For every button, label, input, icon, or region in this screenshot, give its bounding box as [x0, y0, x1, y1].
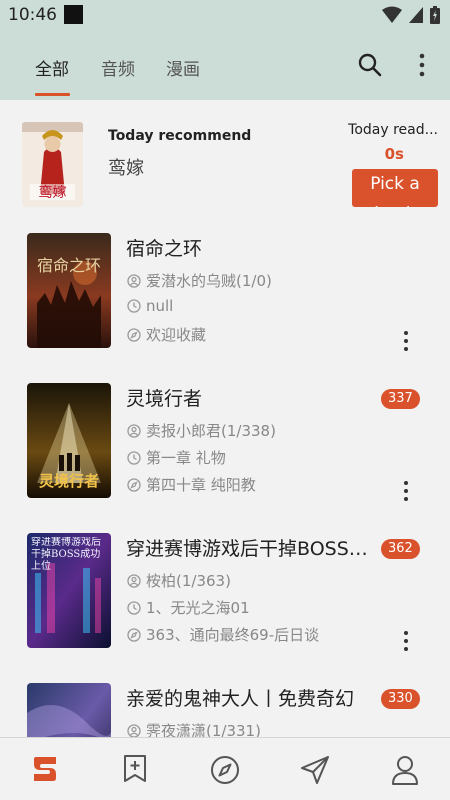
book-more-button[interactable]	[396, 479, 416, 503]
book-last-read: 第一章 礼物	[146, 449, 226, 467]
book-latest-row: 欢迎收藏	[127, 324, 206, 345]
book-author: 爱潜水的乌贼(1/0)	[146, 272, 272, 290]
book-last-read-row: 1、无光之海01	[127, 597, 250, 618]
compass-small-icon	[127, 327, 141, 342]
tab-comics[interactable]: 漫画	[166, 55, 200, 80]
bookshelf-logo-icon[interactable]	[30, 754, 60, 784]
book-cover-title: 穿进赛博游戏后干掉BOSS成功上位	[31, 537, 101, 572]
book-title[interactable]: 宿命之环	[126, 234, 376, 261]
book-cover-title: 灵境行者	[39, 472, 99, 490]
signal-icon	[409, 7, 423, 23]
book-author: 卖报小郎君(1/338)	[146, 422, 276, 440]
book-more-button[interactable]	[396, 629, 416, 653]
author-icon	[127, 573, 141, 588]
book-latest-chapter: 第四十章 纯阳教	[146, 476, 256, 494]
book-cover[interactable]: 灵境行者	[27, 383, 111, 498]
author-icon	[127, 423, 141, 438]
notification-icon	[64, 5, 83, 24]
book-cover[interactable]: 宿命之环	[27, 233, 111, 348]
bottom-navigation	[0, 737, 450, 800]
book-last-read: null	[146, 297, 174, 315]
today-read-time: 0s	[384, 145, 404, 163]
book-title[interactable]: 灵境行者	[126, 384, 376, 411]
recommend-book-cover[interactable]: 鸾嫁	[22, 122, 83, 207]
pick-a-book-button[interactable]: Pick a book	[352, 169, 438, 207]
status-icons	[382, 6, 440, 24]
compass-small-icon	[127, 477, 141, 492]
book-latest-chapter: 欢迎收藏	[146, 326, 207, 344]
unread-count-badge: 330	[381, 689, 420, 709]
clock-icon	[127, 600, 141, 615]
book-latest-row: 363、通向最终69-后日谈	[127, 624, 319, 645]
book-more-button[interactable]	[396, 329, 416, 353]
recommend-book-title[interactable]: 鸾嫁	[108, 154, 144, 180]
clock-icon	[127, 450, 141, 465]
book-last-read: 1、无光之海01	[146, 599, 250, 617]
bookshelf-item[interactable]: 穿进赛博游戏后干掉BOSS成功上位 穿进赛博游戏后干掉BOSS成功上位 362 …	[0, 533, 450, 683]
overflow-menu-icon[interactable]	[414, 52, 430, 78]
compass-small-icon	[127, 627, 141, 642]
status-bar: 10:46	[0, 0, 450, 32]
tab-all[interactable]: 全部	[35, 55, 69, 80]
status-time: 10:46	[8, 5, 57, 25]
book-last-read-row: 第一章 礼物	[127, 447, 226, 468]
book-author: 桉柏(1/363)	[146, 572, 231, 590]
book-latest-row: 第四十章 纯阳教	[127, 474, 256, 495]
author-icon	[127, 723, 141, 738]
unread-count-badge: 362	[381, 539, 420, 559]
book-title[interactable]: 穿进赛博游戏后干掉BOSS成功上位	[126, 534, 376, 561]
today-recommend-heading: Today recommend	[108, 128, 252, 144]
recommend-cover-title: 鸾嫁	[39, 184, 67, 201]
book-title[interactable]: 亲爱的鬼神大人丨免费奇幻	[126, 684, 376, 711]
book-cover-title: 宿命之环	[37, 256, 101, 275]
book-author-row: 桉柏(1/363)	[127, 570, 231, 591]
send-icon[interactable]	[299, 754, 331, 786]
book-latest-chapter: 363、通向最终69-后日谈	[146, 626, 320, 644]
bookshelf-item[interactable]: 宿命之环 宿命之环 爱潜水的乌贼(1/0) null 欢迎收藏	[0, 233, 450, 383]
compass-icon[interactable]	[209, 754, 241, 786]
battery-icon	[430, 6, 440, 24]
top-app-bar: 全部 音频 漫画	[0, 32, 450, 100]
book-author-row: 爱潜水的乌贼(1/0)	[127, 270, 272, 291]
unread-count-badge: 337	[381, 389, 420, 409]
tab-audio[interactable]: 音频	[101, 55, 135, 80]
book-author-row: 卖报小郎君(1/338)	[127, 420, 276, 441]
bookmark-add-icon[interactable]	[122, 754, 148, 784]
book-last-read-row: null	[127, 297, 173, 315]
book-cover[interactable]: 穿进赛博游戏后干掉BOSS成功上位	[27, 533, 111, 648]
clock-icon	[127, 299, 141, 313]
wifi-icon	[382, 6, 402, 23]
bookshelf-item[interactable]: 灵境行者 灵境行者 337 卖报小郎君(1/338) 第一章 礼物 第四十章 纯…	[0, 383, 450, 533]
today-recommend-card[interactable]: 鸾嫁 Today recommend 鸾嫁 Today read... 0s P…	[0, 100, 450, 218]
tab-indicator	[35, 93, 70, 96]
author-icon	[127, 273, 141, 288]
search-icon[interactable]	[357, 52, 383, 78]
today-read-label: Today read...	[348, 122, 438, 138]
person-icon[interactable]	[390, 754, 420, 786]
